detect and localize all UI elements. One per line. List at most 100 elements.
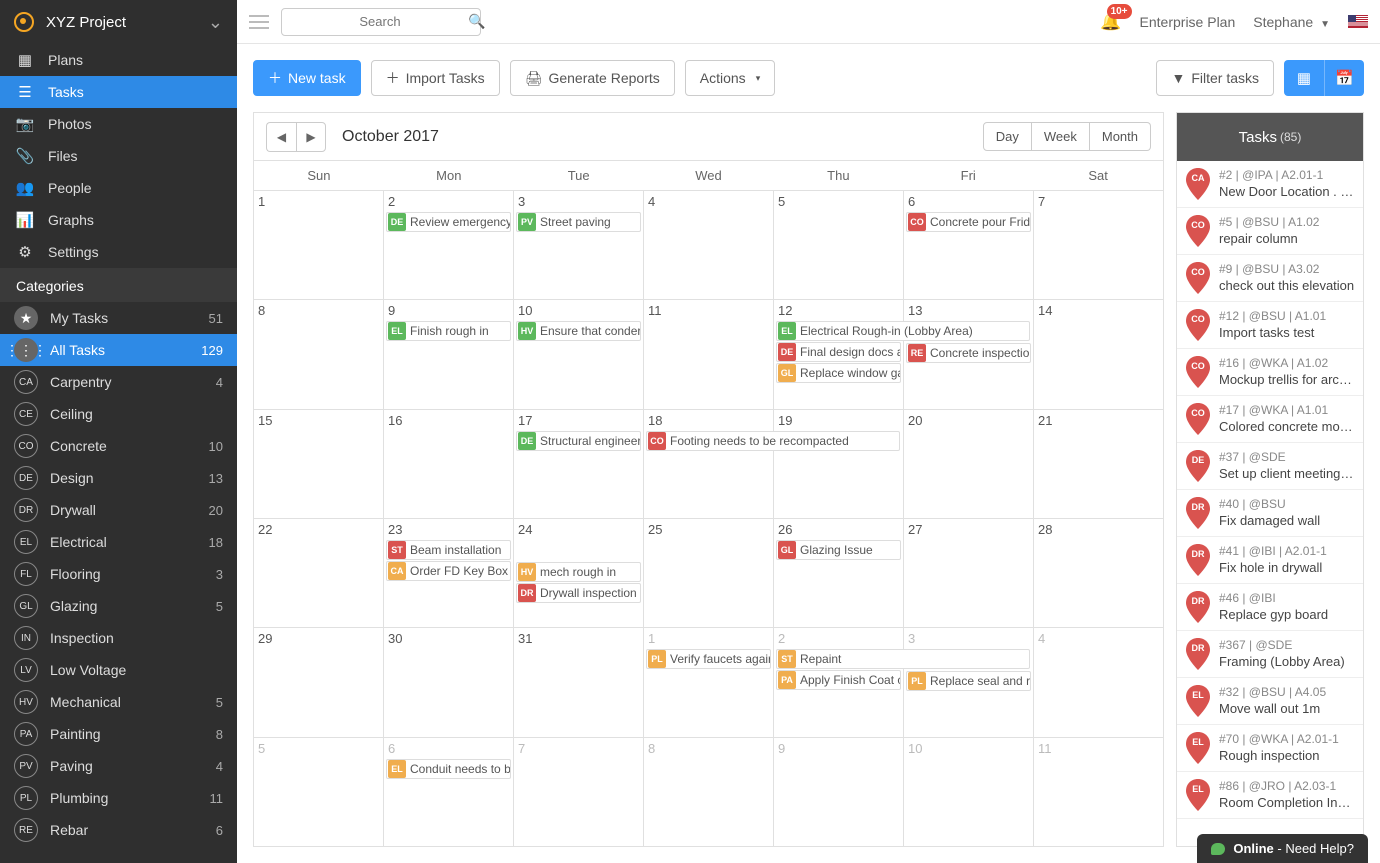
calendar-event[interactable]: ELElectrical Rough-in (Lobby Area): [776, 321, 1030, 341]
calendar-event[interactable]: DEReview emergency: [386, 212, 511, 232]
task-item[interactable]: EL #86 | @JRO | A2.03-1 Room Completion …: [1177, 772, 1363, 819]
calendar-event[interactable]: PAApply Finish Coat c: [776, 670, 901, 690]
task-item[interactable]: DR #46 | @IBI Replace gyp board: [1177, 584, 1363, 631]
actions-menu[interactable]: Actions ▾: [685, 60, 775, 96]
category-co[interactable]: COConcrete10: [0, 430, 237, 462]
calendar-cell[interactable]: 30: [384, 628, 514, 736]
calendar-cell[interactable]: 1: [254, 191, 384, 299]
task-item[interactable]: DR #41 | @IBI | A2.01-1 Fix hole in dryw…: [1177, 537, 1363, 584]
calendar-cell[interactable]: 7: [1034, 191, 1163, 299]
range-month[interactable]: Month: [1090, 122, 1151, 151]
calendar-cell[interactable]: 6ELConduit needs to b: [384, 738, 514, 846]
task-item[interactable]: CO #16 | @WKA | A1.02 Mockup trellis for…: [1177, 349, 1363, 396]
calendar-event[interactable]: HVmech rough in: [516, 562, 641, 582]
calendar-event[interactable]: STBeam installation: [386, 540, 511, 560]
calendar-cell[interactable]: 9: [774, 738, 904, 846]
category-gl[interactable]: GLGlazing5: [0, 590, 237, 622]
generate-reports-button[interactable]: 🖨 Generate Reports: [510, 60, 675, 96]
nav-item-plans[interactable]: ▦Plans: [0, 44, 237, 76]
calendar-cell[interactable]: 15: [254, 410, 384, 518]
task-item[interactable]: CO #9 | @BSU | A3.02 check out this elev…: [1177, 255, 1363, 302]
calendar-cell[interactable]: 25: [644, 519, 774, 627]
range-week[interactable]: Week: [1032, 122, 1090, 151]
filter-tasks-button[interactable]: ▼ Filter tasks: [1156, 60, 1274, 96]
calendar-event[interactable]: ELConduit needs to b: [386, 759, 511, 779]
grid-view-button[interactable]: ▦: [1284, 60, 1324, 96]
user-menu[interactable]: Stephane ▼: [1253, 14, 1330, 30]
calendar-cell[interactable]: 14: [1034, 300, 1163, 408]
calendar-cell[interactable]: 1PLVerify faucets agair: [644, 628, 774, 736]
task-item[interactable]: DE #37 | @SDE Set up client meeting to r: [1177, 443, 1363, 490]
search-box[interactable]: 🔍: [281, 8, 481, 36]
category-pa[interactable]: PAPainting8: [0, 718, 237, 750]
category-ce[interactable]: CECeiling: [0, 398, 237, 430]
category-pl[interactable]: PLPlumbing11: [0, 782, 237, 814]
prev-month-button[interactable]: ◀: [266, 122, 296, 152]
calendar-event[interactable]: CAOrder FD Key Box: [386, 561, 511, 581]
project-switcher[interactable]: XYZ Project ⌄: [0, 0, 237, 44]
category-fl[interactable]: FLFlooring3: [0, 558, 237, 590]
search-input[interactable]: [292, 14, 468, 29]
calendar-event[interactable]: GLReplace window ga: [776, 363, 901, 383]
category-pv[interactable]: PVPaving4: [0, 750, 237, 782]
calendar-event[interactable]: DEStructural engineer: [516, 431, 641, 451]
calendar-cell[interactable]: 28: [1034, 519, 1163, 627]
calendar-cell[interactable]: 3PLReplace seal and re: [904, 628, 1034, 736]
nav-item-settings[interactable]: ⚙Settings: [0, 236, 237, 268]
calendar-cell[interactable]: 7: [514, 738, 644, 846]
category-re[interactable]: RERebar6: [0, 814, 237, 846]
category-lv[interactable]: LVLow Voltage: [0, 654, 237, 686]
calendar-cell[interactable]: 8: [644, 738, 774, 846]
calendar-cell[interactable]: 13REConcrete inspectio: [904, 300, 1034, 408]
plan-label[interactable]: Enterprise Plan: [1140, 14, 1236, 30]
calendar-cell[interactable]: 4: [644, 191, 774, 299]
task-item[interactable]: CO #5 | @BSU | A1.02 repair column: [1177, 208, 1363, 255]
task-item[interactable]: EL #70 | @WKA | A2.01-1 Rough inspection: [1177, 725, 1363, 772]
task-item[interactable]: EL #32 | @BSU | A4.05 Move wall out 1m: [1177, 678, 1363, 725]
calendar-cell[interactable]: 11: [644, 300, 774, 408]
calendar-event[interactable]: GLGlazing Issue: [776, 540, 901, 560]
chat-widget[interactable]: Online - Need Help?: [1197, 834, 1368, 863]
calendar-event[interactable]: PLVerify faucets agair: [646, 649, 771, 669]
category-el[interactable]: ELElectrical18: [0, 526, 237, 558]
calendar-event[interactable]: ELFinish rough in: [386, 321, 511, 341]
notifications-button[interactable]: 🔔 10+: [1100, 12, 1121, 32]
calendar-cell[interactable]: 2STRepaintPAApply Finish Coat c: [774, 628, 904, 736]
calendar-cell[interactable]: 27: [904, 519, 1034, 627]
new-task-button[interactable]: ＋ New task: [253, 60, 361, 96]
calendar-cell[interactable]: 29: [254, 628, 384, 736]
category-all[interactable]: ⋮⋮⋮All Tasks129: [0, 334, 237, 366]
task-item[interactable]: CO #12 | @BSU | A1.01 Import tasks test: [1177, 302, 1363, 349]
task-item[interactable]: CA #2 | @IPA | A2.01-1 New Door Location…: [1177, 161, 1363, 208]
calendar-event[interactable]: PVStreet paving: [516, 212, 641, 232]
nav-item-photos[interactable]: 📷Photos: [0, 108, 237, 140]
calendar-event[interactable]: HVEnsure that conder: [516, 321, 641, 341]
calendar-cell[interactable]: 8: [254, 300, 384, 408]
calendar-cell[interactable]: 22: [254, 519, 384, 627]
category-ca[interactable]: CACarpentry4: [0, 366, 237, 398]
calendar-view-button[interactable]: 📅: [1324, 60, 1364, 96]
calendar-cell[interactable]: 18COFooting needs to be recompacted: [644, 410, 774, 518]
calendar-cell[interactable]: 19: [774, 410, 904, 518]
nav-item-graphs[interactable]: 📊Graphs: [0, 204, 237, 236]
calendar-event[interactable]: COConcrete pour Frid: [906, 212, 1031, 232]
calendar-cell[interactable]: 3PVStreet paving: [514, 191, 644, 299]
language-flag-icon[interactable]: [1348, 15, 1368, 28]
calendar-cell[interactable]: 20: [904, 410, 1034, 518]
calendar-event[interactable]: DRDrywall inspection: [516, 583, 641, 603]
category-my[interactable]: ★My Tasks51: [0, 302, 237, 334]
nav-item-people[interactable]: 👥People: [0, 172, 237, 204]
calendar-cell[interactable]: 5: [254, 738, 384, 846]
calendar-cell[interactable]: 4: [1034, 628, 1163, 736]
calendar-cell[interactable]: 21: [1034, 410, 1163, 518]
nav-item-files[interactable]: 📎Files: [0, 140, 237, 172]
calendar-cell[interactable]: 9ELFinish rough in: [384, 300, 514, 408]
category-in[interactable]: INInspection: [0, 622, 237, 654]
calendar-cell[interactable]: 10: [904, 738, 1034, 846]
calendar-cell[interactable]: 2DEReview emergency: [384, 191, 514, 299]
calendar-cell[interactable]: 12ELElectrical Rough-in (Lobby Area)DEFi…: [774, 300, 904, 408]
category-dr[interactable]: DRDrywall20: [0, 494, 237, 526]
calendar-event[interactable]: COFooting needs to be recompacted: [646, 431, 900, 451]
range-day[interactable]: Day: [983, 122, 1032, 151]
calendar-cell[interactable]: 10HVEnsure that conder: [514, 300, 644, 408]
